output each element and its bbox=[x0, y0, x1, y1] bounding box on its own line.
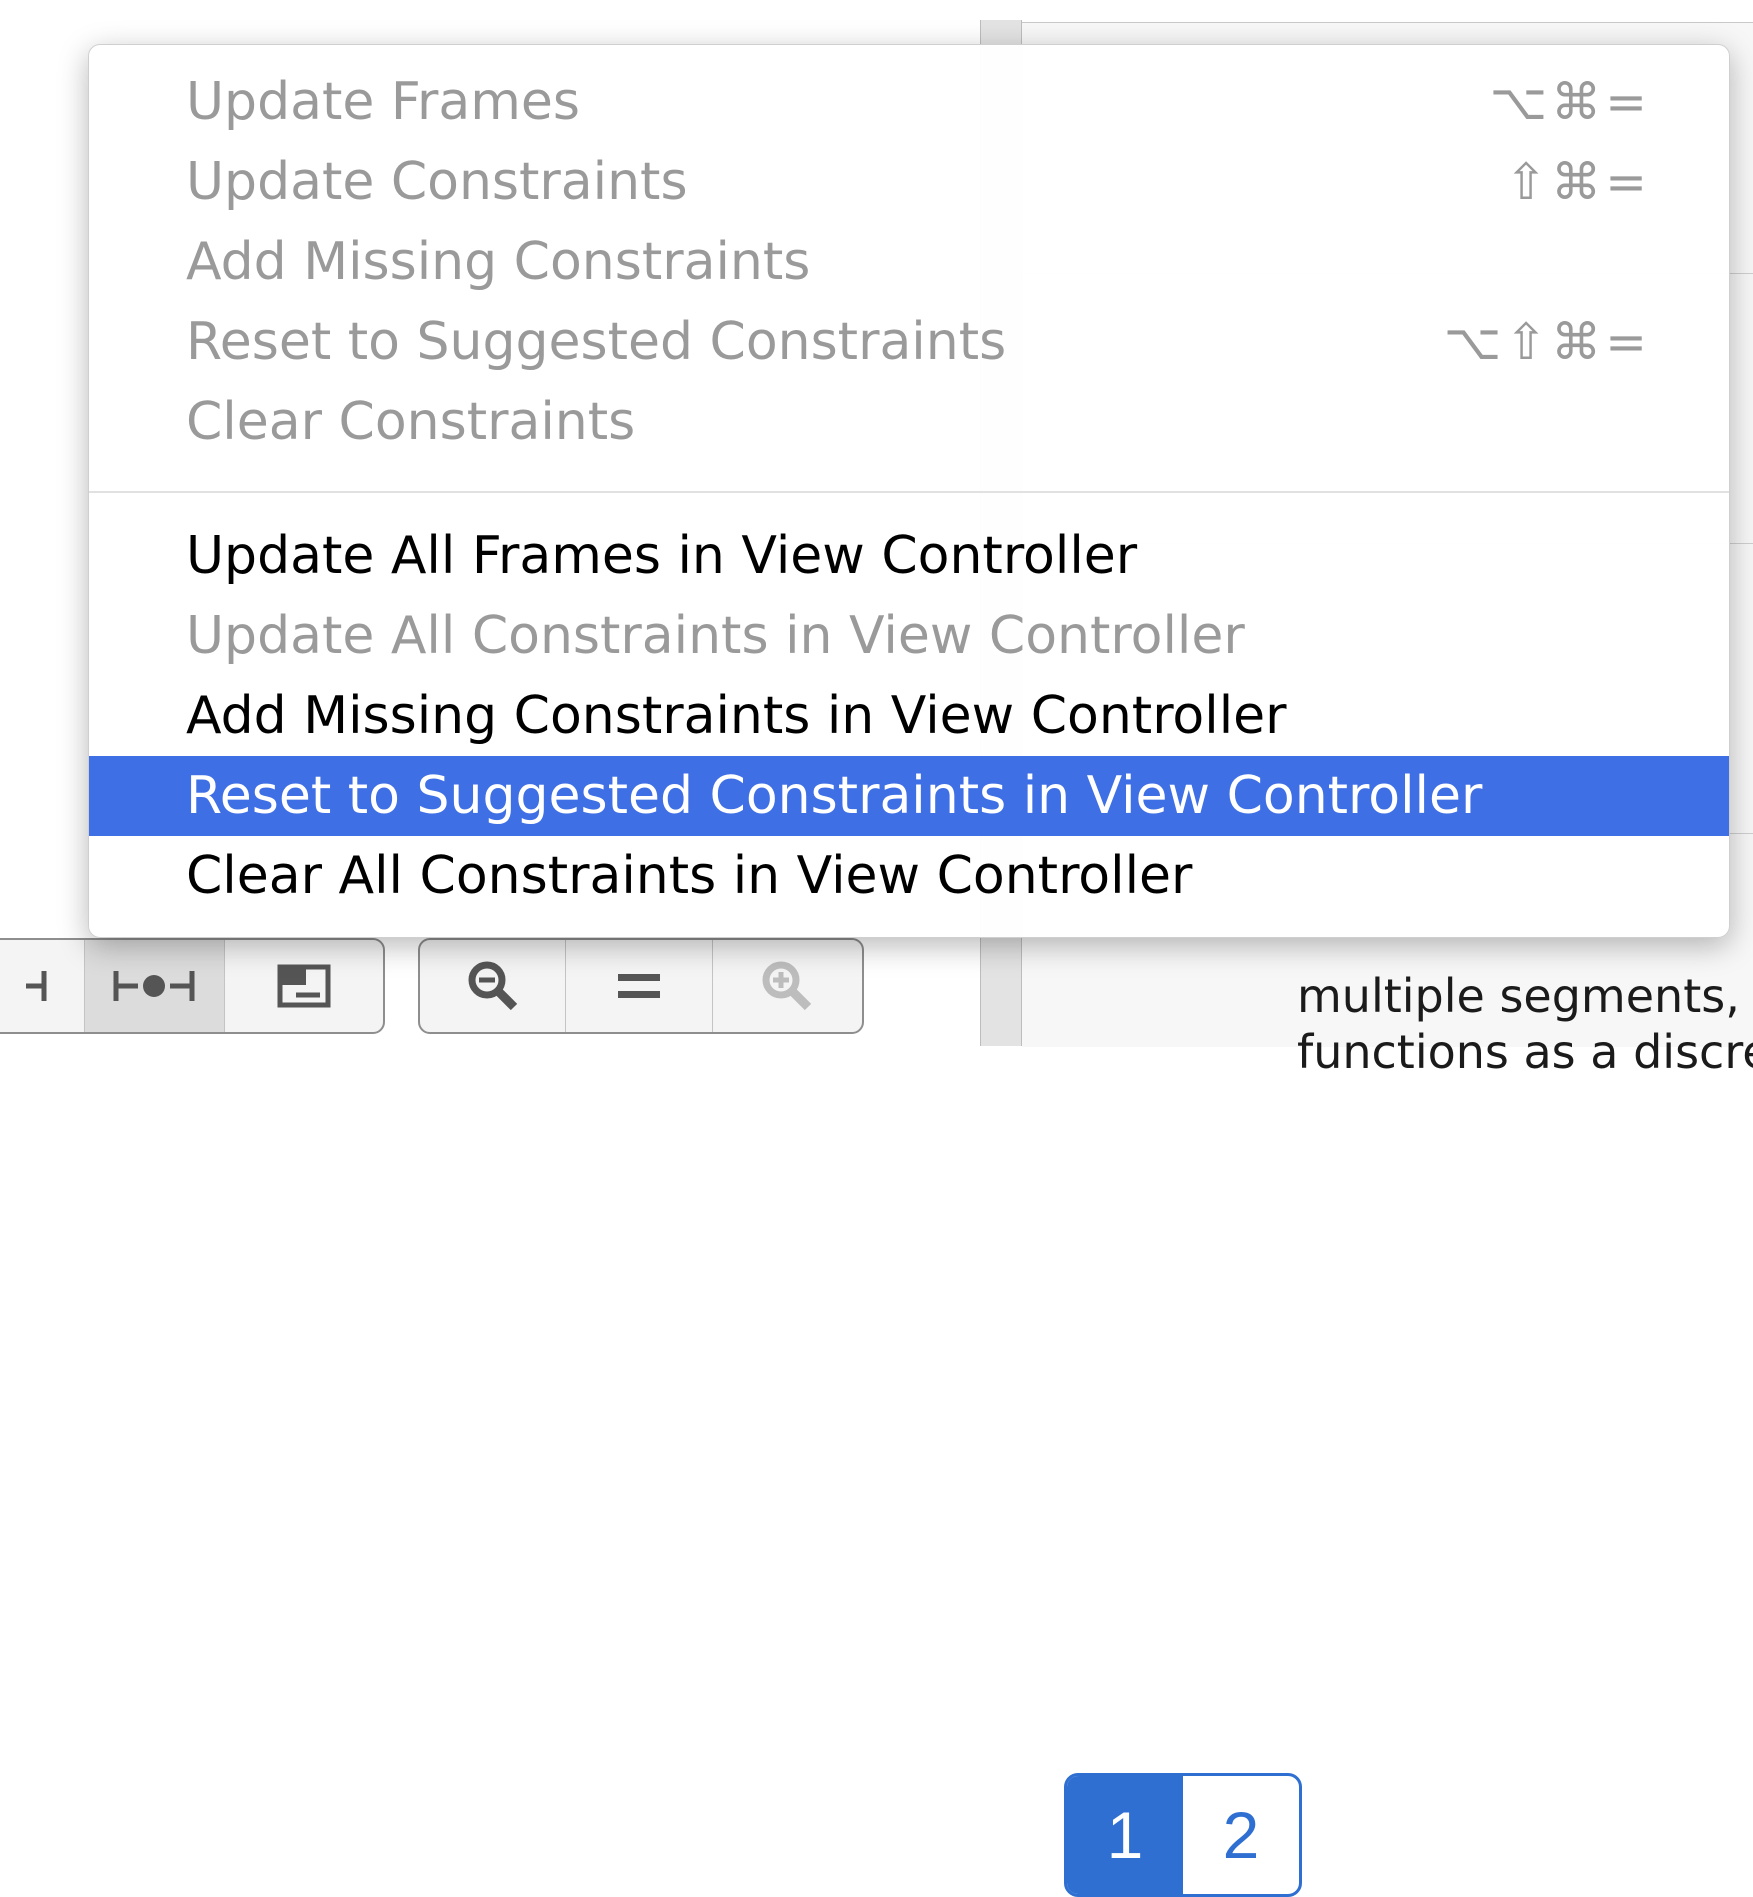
pin-button[interactable] bbox=[0, 940, 85, 1032]
resizing-button[interactable] bbox=[225, 940, 383, 1032]
library-item-description-line: multiple segments, e bbox=[1297, 969, 1753, 1023]
zoom-reset-icon bbox=[618, 974, 661, 998]
menu-item-label: Update All Frames in View Controller bbox=[186, 526, 1138, 586]
menu-item-clear-all-constraints[interactable]: Clear All Constraints in View Controller bbox=[89, 836, 1729, 916]
menu-item-reset-to-suggested-constraints[interactable]: Reset to Suggested Constraints ⌥⇧⌘= bbox=[89, 302, 1729, 382]
layout-toolbar-group bbox=[0, 938, 385, 1034]
menu-item-label: Update Frames bbox=[186, 72, 580, 132]
menu-item-label: Update Constraints bbox=[186, 152, 688, 212]
menu-item-update-frames[interactable]: Update Frames ⌥⌘= bbox=[89, 62, 1729, 142]
menu-item-shortcut: ⌥⇧⌘= bbox=[1443, 313, 1651, 371]
menu-item-label: Update All Constraints in View Controlle… bbox=[186, 606, 1245, 666]
zoom-out-button[interactable] bbox=[420, 940, 567, 1032]
menu-item-shortcut: ⇧⌘= bbox=[1505, 153, 1651, 211]
menu-item-reset-to-suggested-constraints-all[interactable]: Reset to Suggested Constraints in View C… bbox=[89, 756, 1729, 836]
menu-item-update-all-frames[interactable]: Update All Frames in View Controller bbox=[89, 516, 1729, 596]
menu-item-add-missing-constraints[interactable]: Add Missing Constraints bbox=[89, 222, 1729, 302]
library-item-description-line: functions as a discret bbox=[1297, 1025, 1753, 1079]
menu-item-label: Reset to Suggested Constraints in View C… bbox=[186, 766, 1483, 826]
menu-item-label: Clear All Constraints in View Controller bbox=[186, 846, 1193, 906]
menu-item-add-missing-constraints-all[interactable]: Add Missing Constraints in View Controll… bbox=[89, 676, 1729, 756]
zoom-reset-button[interactable] bbox=[566, 940, 713, 1032]
segmented-control-thumbnail: 1 2 bbox=[1064, 1773, 1302, 1897]
menu-item-update-constraints[interactable]: Update Constraints ⇧⌘= bbox=[89, 142, 1729, 222]
pin-icon bbox=[25, 971, 47, 1001]
resizing-icon bbox=[277, 964, 331, 1008]
zoom-out-icon bbox=[468, 961, 517, 1011]
segment-2: 2 bbox=[1222, 1798, 1260, 1872]
menu-item-clear-constraints[interactable]: Clear Constraints bbox=[89, 382, 1729, 462]
menu-item-label: Reset to Suggested Constraints bbox=[186, 312, 1007, 372]
resolve-auto-layout-menu: Update Frames ⌥⌘= Update Constraints ⇧⌘=… bbox=[88, 44, 1730, 938]
resolve-issues-icon bbox=[113, 971, 195, 1001]
menu-item-label: Add Missing Constraints in View Controll… bbox=[186, 686, 1287, 746]
segment-1: 1 bbox=[1067, 1776, 1183, 1894]
menu-item-update-all-constraints[interactable]: Update All Constraints in View Controlle… bbox=[89, 596, 1729, 676]
zoom-toolbar-group bbox=[418, 938, 864, 1034]
menu-item-label: Clear Constraints bbox=[186, 392, 636, 452]
menu-separator bbox=[89, 491, 1729, 493]
zoom-in-button[interactable] bbox=[713, 940, 862, 1032]
resolve-issues-button[interactable] bbox=[84, 940, 225, 1032]
zoom-in-icon bbox=[762, 961, 812, 1011]
menu-item-label: Add Missing Constraints bbox=[186, 232, 811, 292]
menu-item-shortcut: ⌥⌘= bbox=[1489, 73, 1651, 131]
